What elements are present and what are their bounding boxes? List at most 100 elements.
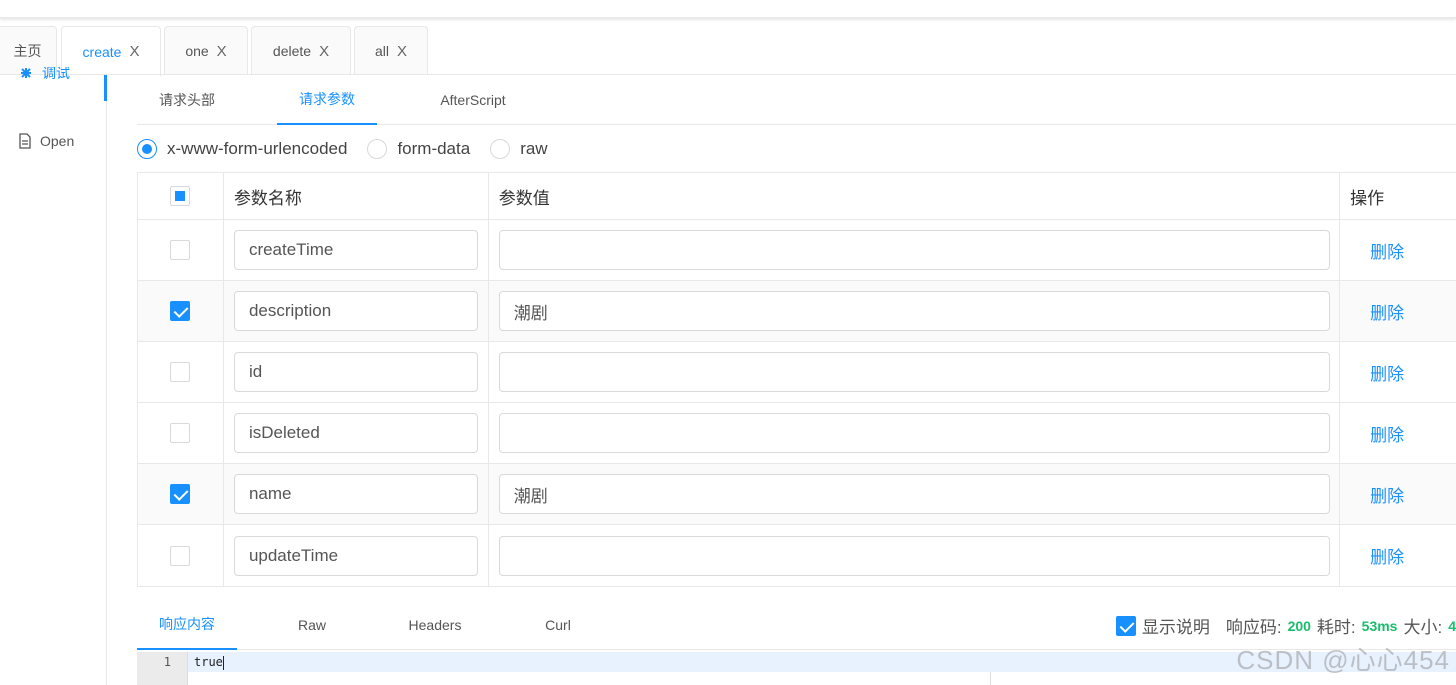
tab-label: Raw (297, 617, 326, 633)
tab-request-params[interactable]: 请求参数 (277, 75, 377, 125)
tab-response-raw[interactable]: Raw (262, 600, 362, 650)
tab-response-headers[interactable]: Headers (385, 600, 485, 650)
row-checkbox[interactable] (170, 484, 191, 504)
param-name-input[interactable]: id (233, 352, 478, 392)
tab-response-content[interactable]: 响应内容 (137, 600, 237, 650)
table-row: id 删除 (138, 342, 1456, 403)
header-action: 操作 (1350, 188, 1385, 208)
action-cell: 删除 (1340, 281, 1456, 341)
param-name-input[interactable]: updateTime (233, 535, 478, 576)
editor-split-divider (990, 672, 991, 685)
delete-link[interactable]: 删除 (1370, 543, 1404, 568)
header-param-value: 参数值 (489, 173, 1341, 219)
tab-label: all (374, 43, 389, 59)
action-cell: 删除 (1340, 464, 1456, 524)
watermark: CSDN @心心454 (1236, 645, 1450, 675)
row-checkbox[interactable] (170, 301, 191, 321)
param-value-input[interactable]: 潮剧 (498, 474, 1330, 514)
param-value-cell (489, 525, 1341, 586)
params-table: 参数名称 参数值 操作 createTime 删除 description 潮剧… (137, 172, 1456, 587)
row-checkbox[interactable] (170, 362, 191, 382)
close-icon[interactable]: X (217, 43, 227, 60)
tab-create[interactable]: create X (61, 26, 161, 76)
param-value-cell (489, 342, 1341, 402)
text-cursor (222, 655, 224, 670)
row-select-cell (138, 464, 224, 524)
delete-link[interactable]: 删除 (1370, 360, 1404, 385)
param-value-input[interactable] (498, 230, 1330, 270)
tab-label: 主页 (13, 43, 42, 59)
code-text: true (194, 655, 223, 669)
table-row: name 潮剧 删除 (138, 464, 1456, 525)
tab-request-headers[interactable]: 请求头部 (137, 75, 237, 125)
param-value-input[interactable]: 潮剧 (498, 291, 1330, 331)
radio-form-data[interactable]: form-data (367, 139, 470, 159)
tab-label: one (185, 43, 209, 59)
tab-label: AfterScript (440, 92, 506, 108)
bug-icon (21, 68, 31, 78)
delete-link[interactable]: 删除 (1370, 421, 1404, 446)
sidebar-item-open[interactable]: Open (18, 133, 74, 149)
radio-button[interactable] (137, 139, 157, 159)
param-name-cell: updateTime (224, 525, 489, 586)
param-name-input[interactable]: name (233, 474, 478, 514)
tab-label: delete (272, 43, 312, 59)
param-name-input[interactable]: isDeleted (233, 413, 478, 453)
action-cell: 删除 (1340, 403, 1456, 463)
header-param-name: 参数名称 (224, 173, 489, 219)
param-value-cell (489, 403, 1341, 463)
param-value-input[interactable] (498, 352, 1330, 392)
radio-label: x-www-form-urlencoded (167, 139, 348, 158)
status-code-value: 200 (1287, 617, 1311, 634)
radio-raw[interactable]: raw (490, 139, 548, 159)
top-bar (0, 0, 1456, 18)
row-select-cell (138, 403, 224, 463)
request-tabs: 请求头部 请求参数 AfterScript (137, 75, 1456, 125)
sidebar-active-indicator (104, 75, 107, 101)
row-checkbox[interactable] (170, 545, 191, 566)
radio-button[interactable] (367, 139, 388, 159)
param-name-input[interactable]: description (233, 291, 478, 331)
line-number: 1 (137, 652, 188, 685)
tab-label: create (82, 43, 122, 60)
action-cell: 删除 (1340, 342, 1456, 402)
param-value-input[interactable] (498, 413, 1330, 453)
row-checkbox[interactable] (170, 240, 191, 260)
param-name-input[interactable]: createTime (233, 230, 478, 270)
tab-label: Headers (408, 617, 462, 633)
tab-afterscript[interactable]: AfterScript (423, 75, 523, 125)
param-name-cell: name (224, 464, 489, 524)
table-row: updateTime 删除 (138, 525, 1456, 586)
param-name-cell: id (224, 342, 489, 402)
size-value: 4 (1448, 617, 1456, 634)
response-info: 显示说明 响应码: 200 耗时: 53ms 大小: 4 (1115, 613, 1456, 638)
close-icon[interactable]: X (319, 43, 329, 60)
close-icon[interactable]: X (129, 43, 139, 60)
param-value-cell: 潮剧 (489, 281, 1341, 341)
show-description-checkbox[interactable] (1115, 615, 1136, 636)
body-type-radio-group: x-www-form-urlencoded form-data raw (137, 137, 568, 161)
sidebar-item-debug[interactable]: 调试 (18, 67, 70, 85)
table-header-row: 参数名称 参数值 操作 (138, 173, 1456, 220)
table-row: isDeleted 删除 (138, 403, 1456, 464)
radio-urlencoded[interactable]: x-www-form-urlencoded (137, 139, 347, 159)
tab-all[interactable]: all X (354, 26, 428, 75)
sidebar: 调试 Open (0, 67, 107, 685)
tab-delete[interactable]: delete X (251, 26, 351, 75)
delete-link[interactable]: 删除 (1370, 482, 1404, 507)
tab-one[interactable]: one X (164, 26, 248, 75)
sidebar-item-label: 调试 (42, 67, 70, 81)
radio-button[interactable] (490, 139, 511, 159)
param-value-input[interactable] (498, 535, 1330, 576)
document-tabbar: 主页 create X one X delete X all X (0, 26, 1456, 76)
tab-response-curl[interactable]: Curl (508, 600, 608, 650)
action-cell: 删除 (1340, 220, 1456, 280)
delete-link[interactable]: 删除 (1370, 238, 1404, 263)
param-value-cell (489, 220, 1341, 280)
row-select-cell (138, 342, 224, 402)
row-checkbox[interactable] (170, 423, 191, 443)
close-icon[interactable]: X (397, 43, 407, 60)
row-select-cell (138, 525, 224, 586)
select-all-checkbox[interactable] (170, 186, 191, 206)
delete-link[interactable]: 删除 (1370, 299, 1404, 324)
